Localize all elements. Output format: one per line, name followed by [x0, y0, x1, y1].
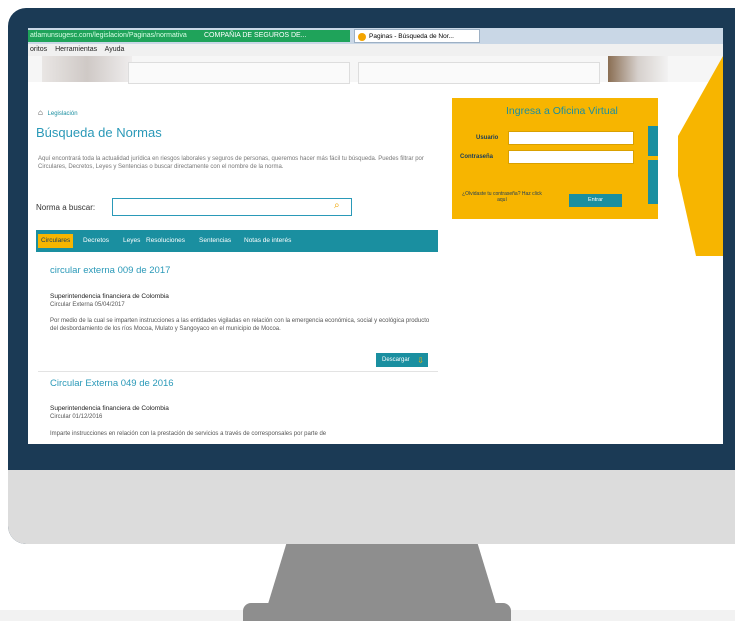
result-body: Por medio de la cual se imparten instruc…	[50, 318, 430, 332]
browser-tab-bar: atlamunsugesc.com/legislacion/Paginas/no…	[28, 28, 723, 44]
breadcrumb: ⌂ Legislación	[38, 108, 78, 117]
page-title: Búsqueda de Normas	[36, 125, 162, 140]
menu-ayuda[interactable]: Ayuda	[105, 46, 125, 53]
page-description: Aquí encontrará toda la actualidad juríd…	[38, 156, 424, 170]
tab-insurer[interactable]: COMPAÑIA DE SEGUROS DE...	[204, 30, 349, 42]
login-title: Ingresa a Oficina Virtual	[506, 105, 618, 117]
search-input[interactable]	[112, 198, 352, 216]
banner-photo-left	[42, 56, 132, 82]
password-label: Contraseña	[460, 154, 494, 160]
result-body: Imparte instrucciones en relación con la…	[50, 431, 327, 437]
tab-active-label: Paginas - Búsqueda de Nor...	[369, 33, 454, 40]
decorative-yellow-shape	[678, 56, 723, 256]
result-org: Superintendencia financiera de Colombia	[50, 293, 169, 300]
result-meta: Circular Externa 05/04/2017	[50, 302, 125, 308]
result-meta: Circular 01/12/2016	[50, 414, 103, 420]
search-icon[interactable]: ⌕	[334, 200, 340, 211]
login-panel: Ingresa a Oficina Virtual Usuario Contra…	[452, 98, 658, 219]
monitor-stand-neck	[268, 544, 496, 604]
tab-notas[interactable]: Notas de interés	[244, 234, 291, 248]
user-label: Usuario	[476, 135, 499, 141]
site-favicon-icon	[358, 33, 366, 41]
tab-sentencias[interactable]: Sentencias	[199, 234, 231, 248]
login-button[interactable]: Entrar	[569, 194, 622, 207]
password-field[interactable]	[508, 150, 634, 164]
user-field[interactable]	[508, 131, 634, 145]
result-org: Superintendencia financiera de Colombia	[50, 405, 169, 412]
search-label: Norma a buscar:	[36, 203, 96, 212]
download-button[interactable]: Descargar ⇩	[376, 353, 428, 367]
banner-panel-1	[128, 62, 350, 84]
tab-insurer-label: COMPAÑIA DE SEGUROS DE...	[204, 32, 307, 39]
home-icon[interactable]: ⌂	[38, 108, 43, 117]
result-divider	[38, 371, 438, 372]
menu-favoritos[interactable]: oritos	[30, 46, 47, 53]
menu-herramientas[interactable]: Herramientas	[55, 46, 97, 53]
tab-leyes[interactable]: Leyes	[123, 234, 140, 248]
tab-resoluciones[interactable]: Resoluciones	[146, 234, 185, 248]
result-title[interactable]: Circular Externa 049 de 2016	[50, 378, 174, 389]
result-title[interactable]: circular externa 009 de 2017	[50, 265, 170, 276]
side-tab-1[interactable]	[648, 126, 658, 156]
banner-panel-2	[358, 62, 600, 84]
header-banner	[28, 56, 723, 84]
download-label: Descargar	[382, 357, 410, 363]
breadcrumb-item[interactable]: Legislación	[48, 111, 78, 117]
forgot-password-link[interactable]: ¿Olvidaste tu contraseña? Haz click aquí	[462, 191, 542, 203]
banner-photo-right	[608, 56, 668, 82]
tab-active[interactable]: Paginas - Búsqueda de Nor...	[354, 29, 480, 43]
tab-circulares[interactable]: Circulares	[38, 234, 74, 248]
browser-menu-bar: oritos Herramientas Ayuda	[28, 44, 723, 56]
screen: atlamunsugesc.com/legislacion/Paginas/no…	[28, 28, 723, 444]
download-icon: ⇩	[417, 356, 424, 365]
side-tab-2[interactable]	[648, 160, 658, 204]
monitor-stand-base	[243, 603, 511, 621]
tab-decretos[interactable]: Decretos	[83, 234, 109, 248]
category-tabs: Circulares Decretos Leyes Resoluciones S…	[36, 230, 438, 252]
monitor-chin	[8, 470, 735, 544]
